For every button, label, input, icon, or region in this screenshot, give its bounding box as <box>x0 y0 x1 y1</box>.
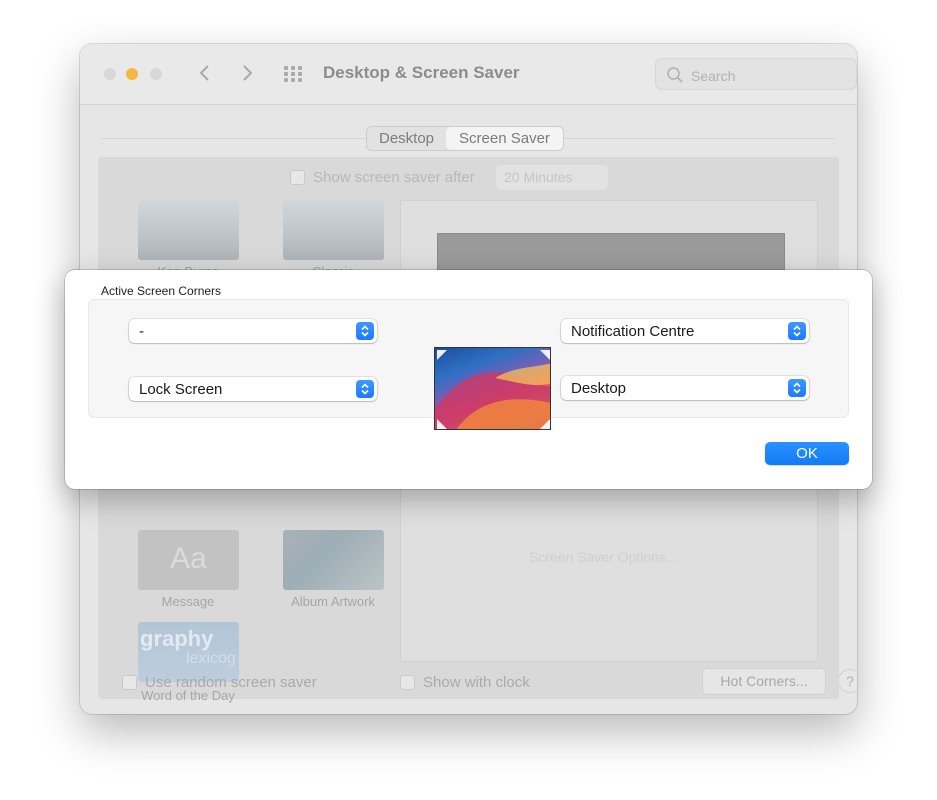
tab-desktop[interactable]: Desktop <box>367 127 446 150</box>
minutes-popup[interactable]: 20 Minutes <box>496 165 608 190</box>
word-glyph-main: graphy <box>140 626 214 651</box>
clock-checkbox[interactable] <box>400 675 415 690</box>
saver-label-album-artwork: Album Artwork <box>291 594 375 609</box>
search-icon <box>666 66 684 84</box>
tab-screen-saver[interactable]: Screen Saver <box>446 127 563 150</box>
bottom-right-corner-popup[interactable]: Desktop <box>561 376 809 400</box>
random-row: Use random screen saver <box>122 674 317 691</box>
forward-chevron-icon[interactable] <box>235 61 259 85</box>
saver-label-message: Message <box>161 594 215 609</box>
chevron-updown-icon <box>788 322 806 340</box>
close-button[interactable] <box>104 68 116 80</box>
zoom-button[interactable] <box>150 68 162 80</box>
random-label: Use random screen saver <box>145 674 317 691</box>
clock-label: Show with clock <box>423 674 530 691</box>
corners-group-box: - Lock Screen Notification Centre Deskto… <box>88 299 849 430</box>
top-right-corner-marker <box>540 350 550 360</box>
top-left-corner-marker <box>437 350 447 360</box>
desktop-preview-image <box>434 347 551 430</box>
chevron-updown-icon <box>788 379 806 397</box>
bottom-controls: Use random screen saver Show with clock … <box>122 668 857 700</box>
chevron-updown-icon <box>356 322 374 340</box>
ken-burns-thumbnail[interactable] <box>138 200 239 260</box>
bottom-left-corner-value: Lock Screen <box>139 381 223 398</box>
active-screen-corners-sheet: Active Screen Corners - Lock Screen Noti… <box>65 270 872 489</box>
random-checkbox[interactable] <box>122 675 137 690</box>
bottom-left-corner-popup[interactable]: Lock Screen <box>129 377 377 401</box>
show-after-label: Show screen saver after <box>313 169 475 186</box>
album-artwork-thumbnail[interactable] <box>283 530 384 590</box>
help-button[interactable]: ? <box>838 669 857 693</box>
ok-button[interactable]: OK <box>765 442 849 465</box>
word-glyph-sub: lexicog <box>186 650 236 667</box>
chevron-updown-icon <box>356 380 374 398</box>
show-all-grid-icon[interactable] <box>284 66 304 82</box>
show-after-row: Show screen saver after <box>290 169 475 186</box>
search-field[interactable]: Search <box>655 58 857 90</box>
minimize-button[interactable] <box>126 68 138 80</box>
clock-row: Show with clock <box>400 674 530 691</box>
tab-control: Desktop Screen Saver <box>366 126 564 151</box>
hot-corners-button[interactable]: Hot Corners... <box>702 668 826 695</box>
sheet-title: Active Screen Corners <box>101 284 222 298</box>
classic-thumbnail[interactable] <box>283 200 384 260</box>
search-placeholder: Search <box>691 68 736 84</box>
word-of-the-day-thumbnail[interactable]: graphy lexicog <box>138 622 239 682</box>
minutes-value: 20 Minutes <box>504 169 573 185</box>
back-chevron-icon[interactable] <box>193 61 217 85</box>
message-glyph: Aa <box>170 542 207 575</box>
message-thumbnail[interactable]: Aa <box>138 530 239 590</box>
top-right-corner-popup[interactable]: Notification Centre <box>561 319 809 343</box>
top-left-corner-value: - <box>139 323 144 340</box>
screen-saver-options-button[interactable]: Screen Saver Options... <box>529 549 678 565</box>
top-left-corner-popup[interactable]: - <box>129 319 377 343</box>
bottom-right-corner-value: Desktop <box>571 380 627 397</box>
title-bar: Desktop & Screen Saver Search <box>80 44 857 105</box>
window-title: Desktop & Screen Saver <box>323 63 520 82</box>
show-after-checkbox[interactable] <box>290 170 305 185</box>
top-right-corner-value: Notification Centre <box>571 323 695 340</box>
